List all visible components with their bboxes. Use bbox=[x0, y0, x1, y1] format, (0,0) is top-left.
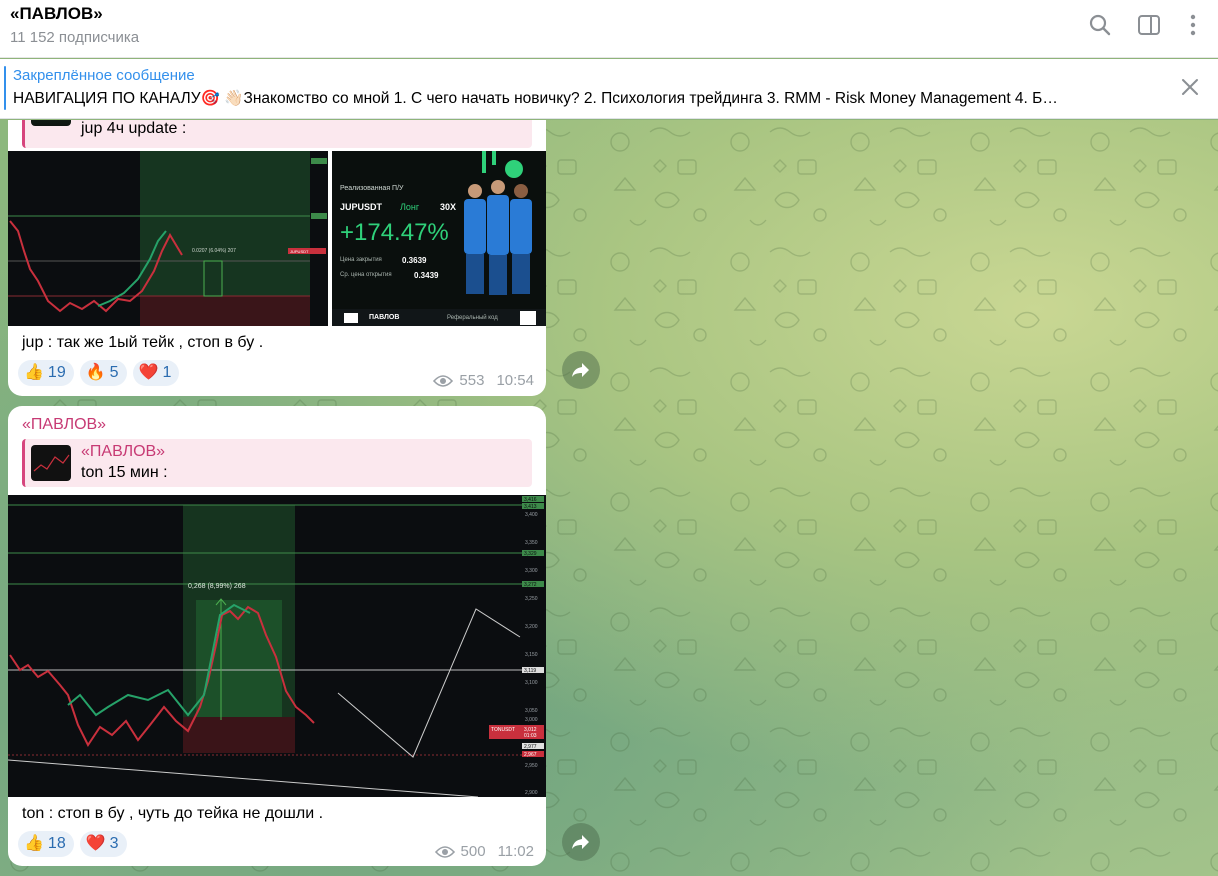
reply-text: ton 15 мин : bbox=[81, 464, 168, 481]
chart-tag: TONUSDT bbox=[491, 727, 515, 733]
close-price-label: Цена закрытия bbox=[340, 257, 382, 263]
message-time: 10:54 bbox=[496, 372, 534, 389]
reply-thumbnail bbox=[31, 120, 71, 126]
message-bubble[interactable]: jup 4ч update : JUPUSDT 0.0207 (6.04%) 2… bbox=[8, 120, 546, 396]
level-label: 3,272 bbox=[524, 582, 537, 588]
reaction-thumbs-up[interactable]: 👍 19 bbox=[18, 360, 74, 386]
axis-tick: 2,950 bbox=[525, 763, 538, 769]
search-icon[interactable] bbox=[1087, 12, 1113, 38]
reaction-fire[interactable]: 🔥 5 bbox=[79, 360, 127, 386]
reaction-count: 18 bbox=[47, 835, 66, 852]
sidebar-toggle-icon[interactable] bbox=[1136, 12, 1162, 38]
axis-tick: 3,350 bbox=[525, 540, 538, 546]
reaction-count: 19 bbox=[47, 364, 66, 381]
forward-button[interactable] bbox=[562, 351, 600, 389]
forward-arrow-icon bbox=[572, 363, 589, 377]
reaction-thumbs-up[interactable]: 👍 18 bbox=[18, 831, 74, 857]
pinned-message[interactable]: Закреплённое сообщение НАВИГАЦИЯ ПО КАНА… bbox=[0, 59, 1218, 119]
pnl-leverage: 30X bbox=[440, 202, 457, 212]
axis-tick: 3,050 bbox=[525, 708, 538, 714]
chart-image[interactable]: JUPUSDT 0.0207 (6.04%) 207 bbox=[8, 151, 328, 326]
chat-area: jup 4ч update : JUPUSDT 0.0207 (6.04%) 2… bbox=[0, 120, 1218, 876]
level-label: 2,977 bbox=[524, 744, 537, 750]
eye-icon bbox=[434, 845, 455, 858]
level-label: 3,329 bbox=[524, 551, 537, 557]
axis-tick: 3,400 bbox=[525, 512, 538, 518]
channel-title[interactable]: «ПАВЛОВ» bbox=[10, 4, 103, 24]
level-label: 3,413 bbox=[524, 504, 537, 510]
reaction-count: 1 bbox=[162, 364, 172, 381]
message-author[interactable]: «ПАВЛОВ» bbox=[22, 416, 106, 434]
reaction-count: 5 bbox=[109, 364, 119, 381]
level-label: 3,416 bbox=[524, 497, 537, 503]
pnl-card-image[interactable]: Реализованная П/У JUPUSDT Лонг 30X +174.… bbox=[332, 151, 546, 326]
reaction-heart[interactable]: ❤️ 1 bbox=[132, 360, 180, 386]
reaction-count: 3 bbox=[109, 835, 119, 852]
heart-icon: ❤️ bbox=[138, 364, 159, 381]
pinned-text: НАВИГАЦИЯ ПО КАНАЛУ🎯 👋🏻Знакомство со мно… bbox=[13, 90, 1058, 107]
axis-tick: 3,200 bbox=[525, 624, 538, 630]
axis-tick: 3,000 bbox=[525, 717, 538, 723]
chart-measure: 0,268 (8,99%) 268 bbox=[188, 583, 246, 590]
more-options-icon[interactable] bbox=[1180, 12, 1206, 38]
card-brand: ПАВЛОВ bbox=[369, 314, 400, 321]
axis-tick: 3,300 bbox=[525, 568, 538, 574]
reply-author: «ПАВЛОВ» bbox=[81, 443, 166, 460]
message-caption: ton : стоп в бу , чуть до тейка не дошли… bbox=[22, 805, 324, 822]
chart-measure: 0.0207 (6.04%) 207 bbox=[192, 248, 236, 254]
thumbs-up-icon: 👍 bbox=[24, 364, 44, 381]
message-meta: 553 10:54 bbox=[433, 372, 534, 389]
open-price-label: Ср. цена открытия bbox=[340, 272, 392, 278]
chart-image[interactable]: TONUSDT 3,012 01:03 0,268 (8,99%) 268 3,… bbox=[8, 495, 546, 797]
chart-tag: JUPUSDT bbox=[290, 249, 309, 254]
close-icon[interactable] bbox=[1180, 77, 1200, 97]
pnl-label: Реализованная П/У bbox=[340, 185, 404, 192]
chat-header[interactable]: «ПАВЛОВ» 11 152 подписчика bbox=[0, 0, 1218, 58]
level-label: 2,967 bbox=[524, 752, 537, 758]
message-meta: 500 11:02 bbox=[434, 843, 534, 860]
forward-button[interactable] bbox=[562, 823, 600, 861]
axis-tick: 3,100 bbox=[525, 680, 538, 686]
message-bubble[interactable]: «ПАВЛОВ» «ПАВЛОВ» ton 15 мин : TONUSDT 3… bbox=[8, 406, 546, 866]
pinned-indicator bbox=[4, 66, 6, 110]
open-price-value: 0.3439 bbox=[414, 271, 439, 280]
pinned-title: Закреплённое сообщение bbox=[13, 67, 195, 84]
pnl-pair: JUPUSDT bbox=[340, 202, 383, 212]
reaction-heart[interactable]: ❤️ 3 bbox=[79, 831, 127, 857]
referral-label: Реферальный код bbox=[447, 315, 498, 321]
axis-tick: 3,150 bbox=[525, 652, 538, 658]
heart-icon: ❤️ bbox=[85, 835, 106, 852]
players-illustration bbox=[464, 180, 532, 295]
ton-chart: TONUSDT 3,012 01:03 0,268 (8,99%) 268 3,… bbox=[8, 495, 546, 797]
fire-icon: 🔥 bbox=[85, 364, 106, 381]
pnl-value: +174.47% bbox=[340, 219, 449, 246]
axis-tick: 2,900 bbox=[525, 790, 538, 796]
axis-tick: 3,250 bbox=[525, 596, 538, 602]
message-time: 11:02 bbox=[497, 843, 534, 860]
pnl-side: Лонг bbox=[400, 202, 420, 212]
view-count: 553 bbox=[459, 372, 485, 389]
reply-quote[interactable]: jup 4ч update : bbox=[22, 120, 532, 148]
reply-quote[interactable]: «ПАВЛОВ» ton 15 мин : bbox=[22, 439, 532, 487]
jup-chart: JUPUSDT 0.0207 (6.04%) 207 bbox=[8, 151, 328, 326]
view-count: 500 bbox=[460, 843, 486, 860]
chart-tag-time: 01:03 bbox=[524, 733, 537, 739]
reactions-bar: 👍 19 🔥 5 ❤️ 1 bbox=[18, 360, 180, 386]
reply-thumbnail bbox=[31, 445, 71, 481]
message-caption: jup : так же 1ый тейк , стоп в бу . bbox=[22, 334, 264, 351]
reply-text: jup 4ч update : bbox=[81, 120, 187, 137]
close-price-value: 0.3639 bbox=[402, 256, 427, 265]
level-label: 3,119 bbox=[524, 668, 536, 674]
forward-arrow-icon bbox=[572, 835, 589, 849]
thumbs-up-icon: 👍 bbox=[24, 835, 44, 852]
eye-icon bbox=[433, 374, 454, 387]
subscriber-count: 11 152 подписчика bbox=[10, 29, 140, 46]
reactions-bar: 👍 18 ❤️ 3 bbox=[18, 831, 127, 857]
